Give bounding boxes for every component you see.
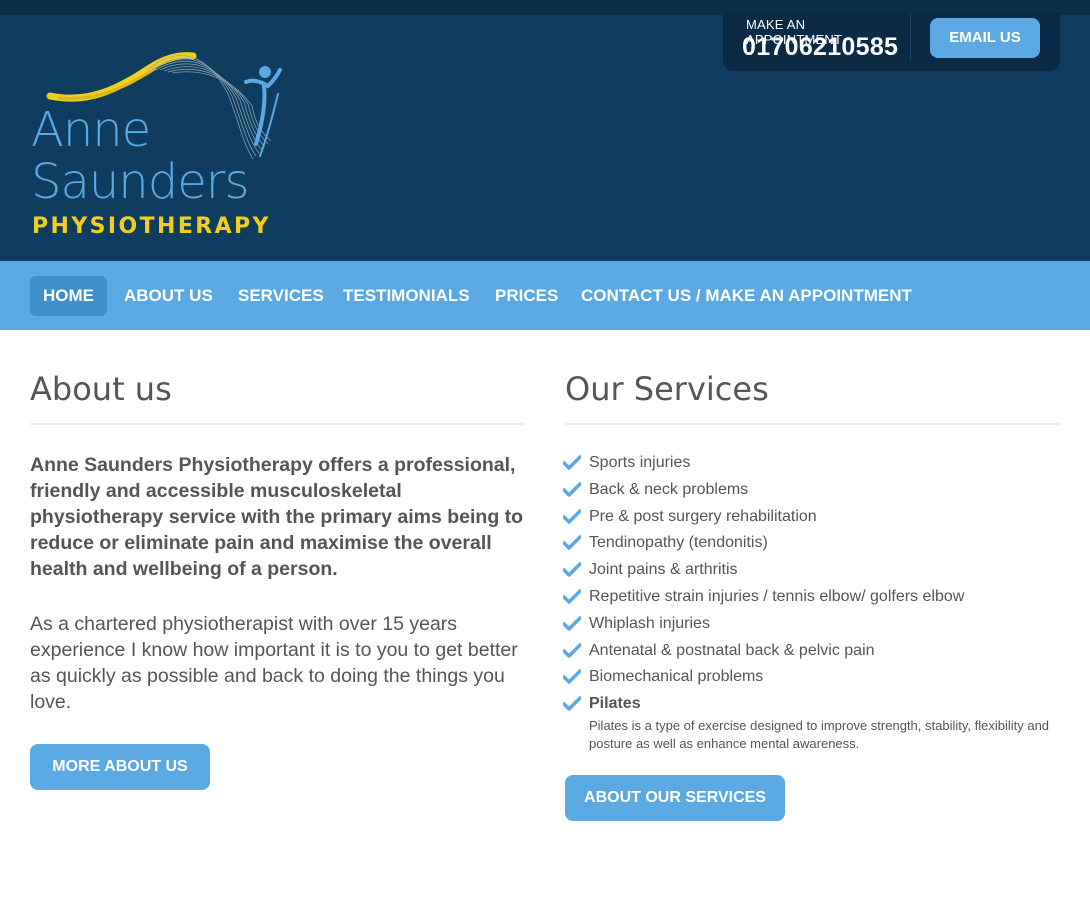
service-label: Sports injuries: [589, 454, 691, 471]
list-item: Sports injuries: [563, 450, 1063, 477]
service-label: Joint pains & arthritis: [589, 561, 738, 579]
service-label: Pre & post surgery rehabilitation: [589, 507, 817, 525]
check-icon: [563, 562, 581, 577]
nav-item-prices[interactable]: PRICES: [482, 276, 571, 316]
nav-item-contact[interactable]: CONTACT US / MAKE AN APPOINTMENT: [568, 276, 925, 316]
nav-item-about-us[interactable]: ABOUT US: [111, 276, 226, 316]
nav-item-services[interactable]: SERVICES: [225, 276, 337, 316]
list-item: Biomechanical problems: [563, 664, 1063, 691]
list-item: Back & neck problems: [563, 477, 1063, 504]
check-icon: [563, 669, 581, 685]
about-lead-text: Anne Saunders Physiotherapy offers a pro…: [30, 454, 524, 580]
service-label: Back & neck problems: [589, 480, 749, 498]
list-item: Joint pains & arthritis: [563, 557, 1063, 584]
nav-item-home[interactable]: HOME: [30, 276, 107, 316]
pilates-title: Pilates: [589, 695, 641, 713]
divider: [910, 13, 911, 61]
check-icon: [563, 482, 581, 497]
check-icon: [563, 616, 581, 631]
list-item: Antenatal & postnatal back & pelvic pain: [563, 638, 1063, 665]
list-item: Pre & post surgery rehabilitation: [563, 504, 1063, 531]
service-label: Biomechanical problems: [589, 668, 764, 686]
main-nav: HOME ABOUT US SERVICES TESTIMONIALS PRIC…: [0, 261, 1090, 330]
list-item: Repetitive strain injuries / tennis elbo…: [563, 584, 1063, 611]
check-icon: [563, 696, 581, 711]
service-label: Tendinopathy (tendonitis): [589, 534, 768, 552]
services-divider: [565, 423, 1060, 425]
check-icon: [563, 535, 581, 551]
about-heading: About us: [30, 370, 172, 408]
check-icon: [563, 508, 581, 524]
list-item: Tendinopathy (tendonitis): [563, 530, 1063, 557]
services-list: Sports injuries Back & neck problems Pre…: [563, 450, 1063, 753]
service-label: Repetitive strain injuries / tennis elbo…: [589, 587, 965, 605]
about-divider: [30, 423, 525, 425]
services-heading: Our Services: [565, 370, 769, 408]
logo-text-physiotherapy: PHYSIOTHERAPY: [32, 214, 271, 239]
email-us-button[interactable]: EMAIL US: [930, 18, 1040, 58]
phone-number[interactable]: 01706210585: [742, 33, 898, 62]
logo-text-saunders: Saunders: [31, 154, 249, 210]
service-label: Whiplash injuries: [589, 614, 710, 632]
list-item: Pilates Pilates is a type of exercise des…: [563, 691, 1063, 753]
site-logo[interactable]: Anne Saunders PHYSIOTHERAPY: [28, 34, 288, 244]
check-icon: [563, 589, 581, 604]
check-icon: [563, 455, 581, 470]
check-icon: [563, 642, 581, 658]
about-body-text: As a chartered physiotherapist with over…: [30, 613, 518, 713]
pilates-description: Pilates is a type of exercise designed t…: [589, 718, 1050, 752]
logo-text-anne: Anne: [31, 102, 151, 158]
more-about-us-button[interactable]: MORE ABOUT US: [30, 744, 210, 790]
service-label: Antenatal & postnatal back & pelvic pain: [589, 641, 875, 659]
site-header: Anne Saunders PHYSIOTHERAPY MAKE AN APPO…: [0, 0, 1090, 261]
list-item: Whiplash injuries: [563, 611, 1063, 638]
nav-item-testimonials[interactable]: TESTIMONIALS: [330, 276, 483, 316]
appointment-box: MAKE AN APPOINTMENT 01706210585 EMAIL US: [723, 13, 1060, 71]
about-our-services-button[interactable]: ABOUT OUR SERVICES: [565, 775, 785, 821]
